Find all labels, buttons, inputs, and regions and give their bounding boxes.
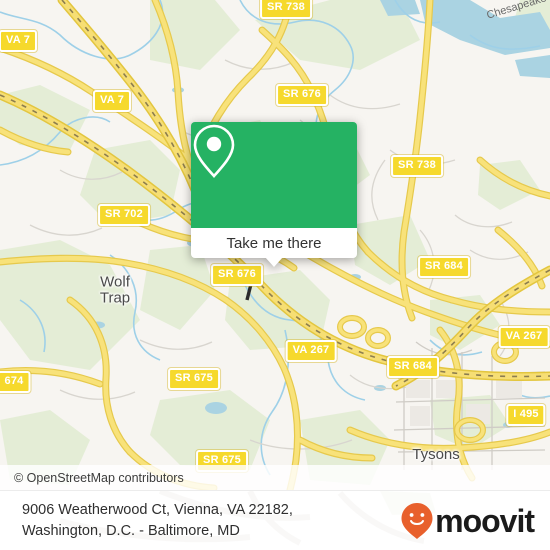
map-pin-icon xyxy=(193,124,235,178)
moovit-map-screenshot: SR 738 VA 7 VA 7 SR 676 SR 738 SR 702 SR… xyxy=(0,0,550,550)
road-shield: VA 7 xyxy=(0,30,38,52)
footer-address: 9006 Weatherwood Ct, Vienna, VA 22182, W… xyxy=(0,500,399,542)
osm-attribution-bar: © OpenStreetMap contributors xyxy=(0,465,550,490)
road-shield: 674 xyxy=(0,371,31,393)
road-shield: SR 738 xyxy=(391,155,443,177)
road-shield: VA 267 xyxy=(285,340,337,362)
road-shield: SR 684 xyxy=(418,256,470,278)
road-shield: SR 702 xyxy=(98,204,150,226)
road-shield: SR 675 xyxy=(168,368,220,390)
road-shield: SR 738 xyxy=(260,0,312,19)
card-icon-area xyxy=(191,122,357,228)
address-line-2: Washington, D.C. - Baltimore, MD xyxy=(22,523,240,539)
card-pointer-tail xyxy=(265,257,283,267)
moovit-brand[interactable]: moovit xyxy=(399,501,550,541)
moovit-wordmark: moovit xyxy=(435,502,535,539)
take-me-there-label: Take me there xyxy=(226,234,322,252)
road-shield: SR 676 xyxy=(276,84,328,106)
location-info-card[interactable]: Take me there xyxy=(191,122,357,267)
footer-bar: 9006 Weatherwood Ct, Vienna, VA 22182, W… xyxy=(0,490,550,550)
osm-attribution-text: © OpenStreetMap contributors xyxy=(14,470,184,485)
moovit-pin-smiley-icon xyxy=(401,503,433,539)
place-label-wolf-trap: Wolf Trap xyxy=(99,273,131,306)
road-shield: VA 7 xyxy=(92,90,132,112)
place-label-tysons: Tysons xyxy=(412,446,460,464)
map-canvas[interactable]: SR 738 VA 7 VA 7 SR 676 SR 738 SR 702 SR… xyxy=(0,0,550,490)
card-action-area[interactable]: Take me there xyxy=(191,228,357,258)
address-line-1: 9006 Weatherwood Ct, Vienna, VA 22182, xyxy=(22,501,293,518)
road-shield: I 495 xyxy=(506,404,546,426)
road-shield: VA 267 xyxy=(498,326,550,348)
road-shield: SR 676 xyxy=(211,264,263,286)
road-shield: SR 684 xyxy=(387,356,439,378)
